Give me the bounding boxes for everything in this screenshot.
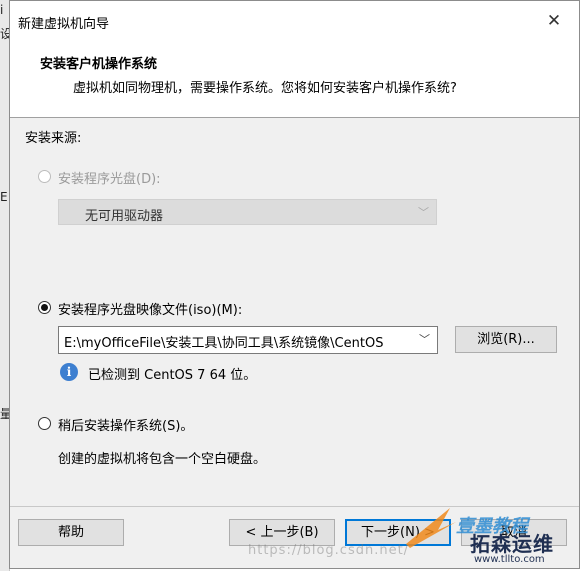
install-later-radio[interactable]: [38, 417, 51, 430]
disc-option-label[interactable]: 安装程序光盘(D):: [58, 168, 161, 187]
iso-path-combobox[interactable]: E:\myOfficeFile\安装工具\协同工具\系统镜像\CentOS ﹀: [58, 326, 438, 354]
cancel-button[interactable]: 取消: [461, 519, 567, 546]
back-button[interactable]: < 上一步(B): [229, 519, 335, 546]
footer-divider: [10, 506, 579, 507]
disc-drive-select[interactable]: 无可用驱动器 ﹀: [58, 199, 437, 225]
wizard-header: 安装客户机操作系统 虚拟机如同物理机，需要操作系统。您将如何安装客户机操作系统?: [10, 39, 579, 118]
install-source-label: 安装来源:: [25, 131, 82, 146]
iso-path-value[interactable]: E:\myOfficeFile\安装工具\协同工具\系统镜像\CentOS: [64, 332, 414, 351]
iso-radio[interactable]: [38, 301, 51, 314]
install-later-description: 创建的虚拟机将包含一个空白硬盘。: [58, 452, 267, 467]
detected-os-text: 已检测到 CentOS 7 64 位。: [88, 368, 257, 383]
page-title: 安装客户机操作系统: [40, 57, 158, 72]
info-icon: i: [60, 363, 78, 381]
disc-radio[interactable]: [38, 170, 51, 183]
help-button[interactable]: 帮助: [18, 519, 124, 546]
window-title: 新建虚拟机向导: [18, 17, 110, 32]
browse-button[interactable]: 浏览(R)...: [455, 326, 557, 353]
title-bar: 新建虚拟机向导 ✕: [10, 1, 579, 39]
next-button[interactable]: 下一步(N) >: [345, 519, 451, 546]
disc-drive-value: 无可用驱动器: [85, 209, 164, 224]
background-glyph: E: [0, 190, 8, 204]
close-icon[interactable]: ✕: [534, 7, 574, 35]
install-later-label[interactable]: 稍后安装操作系统(S)。: [58, 415, 193, 434]
iso-option-label[interactable]: 安装程序光盘映像文件(iso)(M):: [58, 299, 242, 318]
background-glyph: i: [0, 3, 4, 17]
new-vm-wizard-dialog: 新建虚拟机向导 ✕ 安装客户机操作系统 虚拟机如同物理机，需要操作系统。您将如何…: [9, 0, 580, 569]
page-subtitle: 虚拟机如同物理机，需要操作系统。您将如何安装客户机操作系统?: [73, 81, 457, 96]
chevron-down-icon[interactable]: ﹀: [419, 331, 430, 347]
chevron-down-icon: ﹀: [418, 206, 429, 219]
